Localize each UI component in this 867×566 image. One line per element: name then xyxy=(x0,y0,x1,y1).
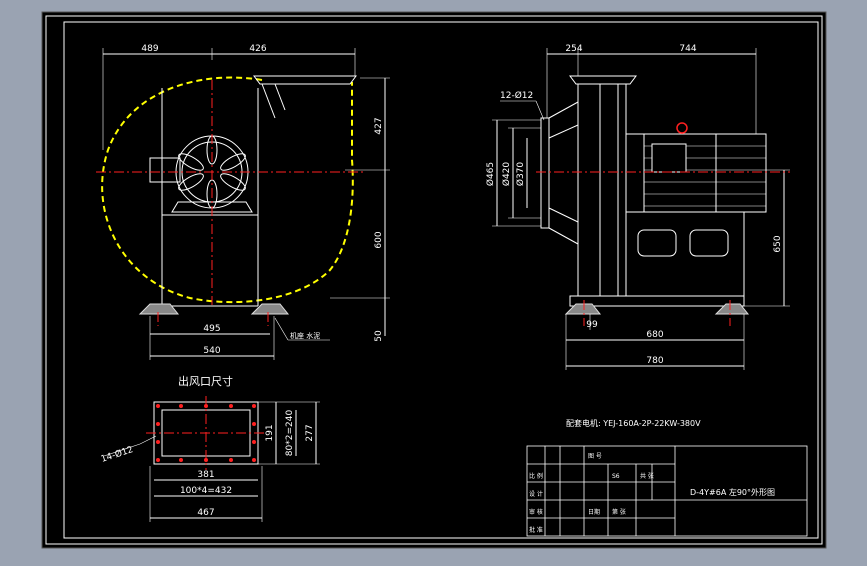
dim-label: Ø370 xyxy=(515,162,526,187)
drawing-title: D-4Y#6A 左90°外形图 xyxy=(690,487,775,497)
dim-label: 426 xyxy=(249,44,266,54)
dim-label: Ø420 xyxy=(501,162,512,187)
dim-label: 744 xyxy=(679,44,696,54)
terminal-box xyxy=(651,143,687,173)
callout-label: 机座 水泥 xyxy=(290,331,320,340)
dim-label: 427 xyxy=(374,117,384,134)
dim-label: 100*4=432 xyxy=(180,486,232,496)
dim-label: 80*2=240 xyxy=(285,410,295,457)
tb-cell: 审 核 xyxy=(529,508,543,516)
dim-label: 680 xyxy=(646,330,663,340)
dim-label: 99 xyxy=(586,320,598,330)
tb-cell: 图 号 xyxy=(588,453,602,460)
dim-label: 780 xyxy=(646,356,663,366)
cad-viewport: 489 426 427 600 50 495 540 机座 水泥 254 744… xyxy=(0,0,867,562)
dim-label: 254 xyxy=(565,44,582,54)
drawing-canvas: 489 426 427 600 50 495 540 机座 水泥 254 744… xyxy=(41,11,827,549)
dim-label: 540 xyxy=(203,346,220,356)
tb-cell: 共 张 xyxy=(640,472,654,480)
dim-label: 600 xyxy=(374,231,384,248)
tb-cell: 日期 xyxy=(588,508,600,516)
dim-label: 191 xyxy=(265,424,275,441)
dim-label: 50 xyxy=(374,330,384,342)
dim-label: 381 xyxy=(197,470,214,480)
tb-cell: 比 例 xyxy=(529,472,543,480)
dim-label: 650 xyxy=(773,235,783,252)
dim-label: 467 xyxy=(197,508,214,518)
dim-label: 495 xyxy=(203,324,220,334)
tb-cell: 设 计 xyxy=(529,490,543,498)
dim-label: 489 xyxy=(141,44,158,54)
outlet-title: 出风口尺寸 xyxy=(178,374,233,388)
tb-cell: S6 xyxy=(612,473,620,480)
motor-spec: 配套电机: YEJ-160A-2P-22KW-380V xyxy=(566,418,701,428)
dim-label: 277 xyxy=(305,424,315,441)
dim-label: Ø465 xyxy=(485,162,496,186)
tb-cell: 第 张 xyxy=(612,508,626,516)
hole-callout: 12-Ø12 xyxy=(500,90,533,101)
tb-cell: 批 准 xyxy=(529,526,543,534)
